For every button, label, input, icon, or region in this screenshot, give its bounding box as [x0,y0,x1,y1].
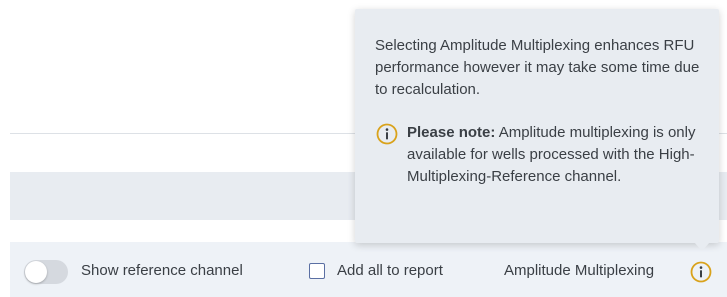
show-reference-toggle[interactable] [24,260,68,284]
info-circle-icon[interactable] [690,261,712,283]
amplitude-multiplexing-label: Amplitude Multiplexing [504,262,655,279]
toggle-knob [25,261,47,283]
info-circle-icon [376,123,398,145]
page: Show reference channel Add all to report… [0,0,727,297]
tooltip-note: Please note: Amplitude multiplexing is o… [407,122,707,188]
tooltip-arrow [694,242,710,251]
add-all-to-report-label: Add all to report [337,262,443,279]
tooltip-note-heading: Please note: [407,124,496,141]
add-all-to-report-checkbox[interactable] [309,263,325,279]
show-reference-label: Show reference channel [81,262,243,279]
bottom-toolbar: Show reference channel Add all to report… [10,242,727,297]
tooltip-main-text: Selecting Amplitude Multiplexing enhance… [375,37,700,98]
amplitude-multiplexing-tooltip: Selecting Amplitude Multiplexing enhance… [355,9,719,243]
